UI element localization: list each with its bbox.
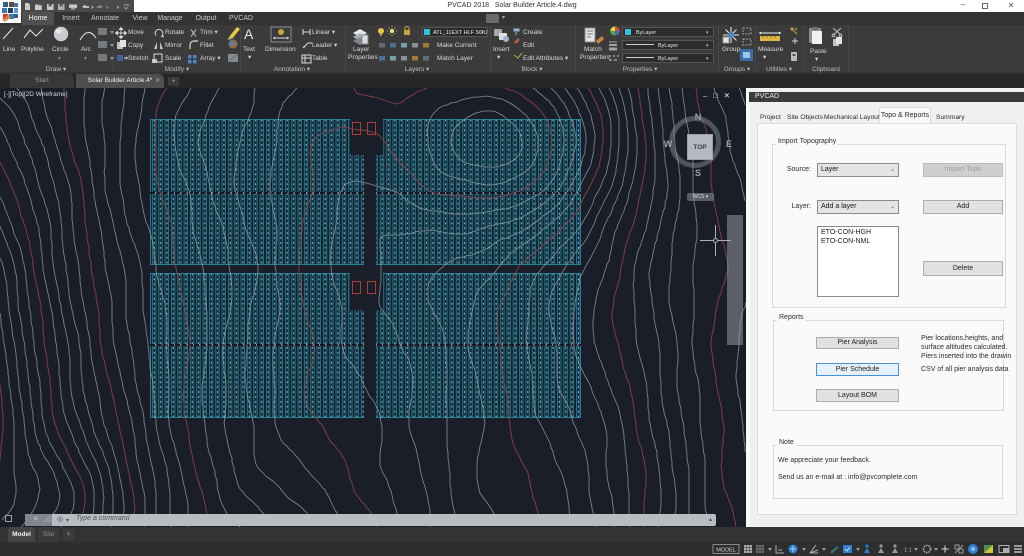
svg-text:MODEL: MODEL xyxy=(716,548,736,554)
svg-text:1:1: 1:1 xyxy=(904,548,912,554)
